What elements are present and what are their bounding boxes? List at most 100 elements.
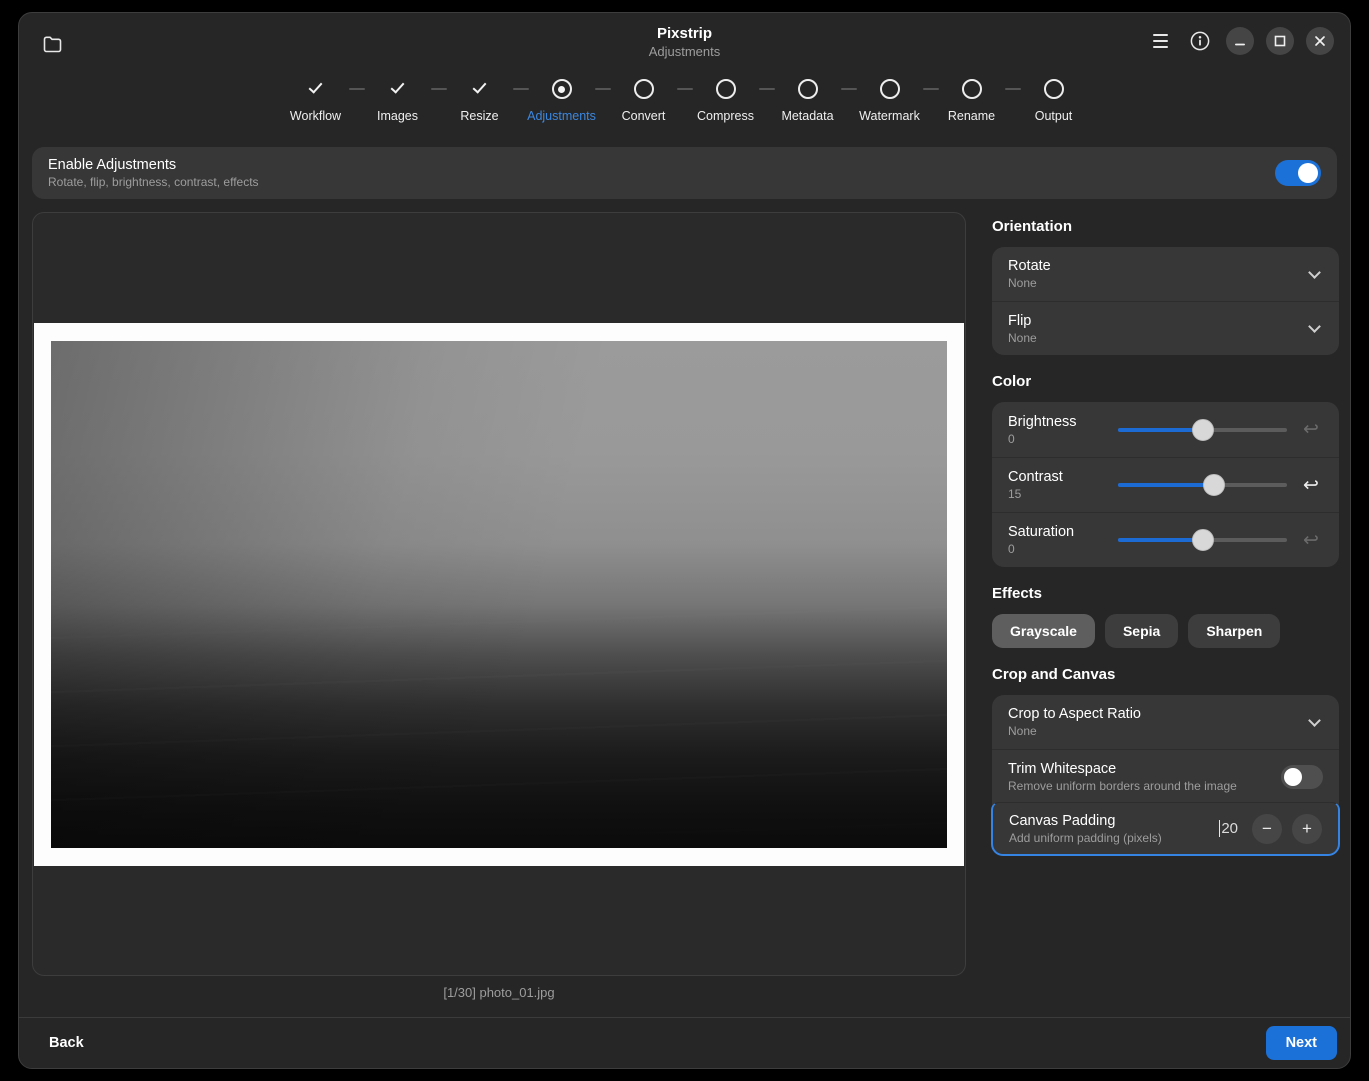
settings-column: Orientation Rotate None Flip None (992, 212, 1339, 1017)
enable-adjustments-text: Enable Adjustments Rotate, flip, brightn… (48, 157, 1275, 189)
close-icon (1314, 35, 1326, 47)
step-watermark[interactable]: Watermark (861, 79, 919, 137)
padding-increase-button[interactable]: + (1292, 814, 1322, 844)
slider-handle[interactable] (1192, 419, 1214, 441)
minimize-button[interactable] (1226, 27, 1254, 55)
orientation-header: Orientation (992, 218, 1339, 235)
rotate-text: Rotate None (1008, 258, 1300, 290)
sharpen-button[interactable]: Sharpen (1188, 614, 1280, 648)
step-label: Compress (697, 109, 754, 123)
canvas-padding-subtitle: Add uniform padding (pixels) (1009, 831, 1219, 845)
aspect-ratio-value: None (1008, 724, 1300, 738)
saturation-reset-button[interactable]: ↩ (1293, 522, 1329, 558)
slider-handle[interactable] (1192, 529, 1214, 551)
image-preview-panel (32, 212, 966, 976)
effects-header: Effects (992, 585, 1339, 602)
canvas-padding-row: Canvas Padding Add uniform padding (pixe… (991, 802, 1340, 856)
flip-title: Flip (1008, 313, 1300, 329)
contrast-slider[interactable] (1118, 473, 1287, 497)
aspect-ratio-text: Crop to Aspect Ratio None (1008, 706, 1300, 738)
saturation-label: Saturation (1008, 524, 1112, 540)
step-convert[interactable]: Convert (615, 79, 673, 137)
step-adjustments[interactable]: Adjustments (533, 79, 591, 137)
step-label: Metadata (781, 109, 833, 123)
brightness-value: 0 (1008, 432, 1112, 446)
contrast-label: Contrast (1008, 469, 1112, 485)
footer-bar: Back Next (19, 1017, 1350, 1068)
step-label: Workflow (290, 109, 341, 123)
brightness-slider[interactable] (1118, 418, 1287, 442)
about-button[interactable] (1186, 27, 1214, 55)
chevron-down-icon (1308, 714, 1321, 727)
step-images[interactable]: Images (369, 79, 427, 137)
color-card: Brightness 0 ↩ Contrast 15 (992, 402, 1339, 567)
contrast-value: 15 (1008, 487, 1112, 501)
step-todo-icon (880, 79, 900, 99)
brightness-reset-button[interactable]: ↩ (1293, 412, 1329, 448)
contrast-reset-button[interactable]: ↩ (1293, 467, 1329, 503)
padding-decrease-button[interactable]: − (1252, 814, 1282, 844)
maximize-button[interactable] (1266, 27, 1294, 55)
rotate-row[interactable]: Rotate None (992, 247, 1339, 301)
step-label: Output (1035, 109, 1073, 123)
back-button[interactable]: Back (32, 1027, 101, 1059)
trim-whitespace-row: Trim Whitespace Remove uniform borders a… (992, 749, 1339, 803)
rotate-value: None (1008, 276, 1300, 290)
canvas-padding-text: Canvas Padding Add uniform padding (pixe… (1009, 813, 1219, 845)
aspect-ratio-row[interactable]: Crop to Aspect Ratio None (992, 695, 1339, 749)
step-connector (349, 88, 365, 90)
preview-column: [1/30] photo_01.jpg (32, 212, 966, 1017)
step-connector (595, 88, 611, 90)
sepia-button[interactable]: Sepia (1105, 614, 1178, 648)
step-label: Convert (622, 109, 666, 123)
effects-buttons: Grayscale Sepia Sharpen (992, 614, 1339, 648)
chevron-down-icon (1308, 320, 1321, 333)
step-label: Resize (460, 109, 498, 123)
step-output[interactable]: Output (1025, 79, 1083, 137)
step-rename[interactable]: Rename (943, 79, 1001, 137)
header-actions (1146, 27, 1334, 55)
step-connector (1005, 88, 1021, 90)
flip-row[interactable]: Flip None (992, 301, 1339, 355)
app-window: Pixstrip Adjustments (18, 12, 1351, 1069)
step-label: Adjustments (527, 109, 596, 123)
slider-handle[interactable] (1203, 474, 1225, 496)
step-connector (431, 88, 447, 90)
step-connector (923, 88, 939, 90)
chevron-down-icon (1308, 266, 1321, 279)
step-connector (759, 88, 775, 90)
step-connector (841, 88, 857, 90)
step-metadata[interactable]: Metadata (779, 79, 837, 137)
slider-fill (1118, 538, 1203, 542)
next-button[interactable]: Next (1266, 1026, 1337, 1060)
step-active-icon (552, 79, 572, 99)
headerbar: Pixstrip Adjustments (19, 13, 1350, 145)
main-content: [1/30] photo_01.jpg Orientation Rotate N… (19, 199, 1350, 1017)
trim-whitespace-title: Trim Whitespace (1008, 761, 1281, 777)
menu-button[interactable] (1146, 27, 1174, 55)
saturation-slider[interactable] (1118, 528, 1287, 552)
enable-adjustments-toggle[interactable] (1275, 160, 1321, 186)
close-button[interactable] (1306, 27, 1334, 55)
padded-canvas-preview (34, 323, 964, 866)
trim-whitespace-toggle[interactable] (1281, 765, 1323, 789)
saturation-text: Saturation 0 (1008, 524, 1112, 556)
flip-text: Flip None (1008, 313, 1300, 345)
rotate-title: Rotate (1008, 258, 1300, 274)
step-workflow[interactable]: Workflow (287, 79, 345, 137)
step-resize[interactable]: Resize (451, 79, 509, 137)
crop-canvas-header: Crop and Canvas (992, 666, 1339, 683)
brightness-row: Brightness 0 ↩ (992, 402, 1339, 457)
slider-fill (1118, 428, 1203, 432)
contrast-text: Contrast 15 (1008, 469, 1112, 501)
minimize-icon (1234, 35, 1246, 47)
step-todo-icon (716, 79, 736, 99)
brightness-text: Brightness 0 (1008, 414, 1112, 446)
info-icon (1189, 30, 1211, 52)
grayscale-button[interactable]: Grayscale (992, 614, 1095, 648)
step-label: Images (377, 109, 418, 123)
canvas-padding-input[interactable]: 20 (1219, 820, 1238, 837)
workflow-stepper: Workflow Images Resize Adjustments Conve… (19, 79, 1350, 137)
step-compress[interactable]: Compress (697, 79, 755, 137)
step-connector (513, 88, 529, 90)
